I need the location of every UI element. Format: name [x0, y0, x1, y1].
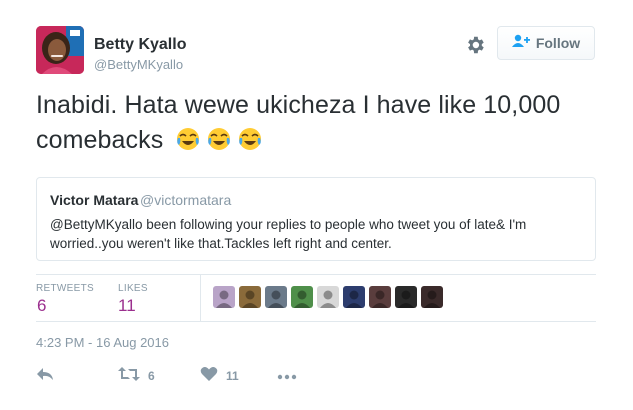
- retweets-count[interactable]: 6: [37, 296, 46, 316]
- likes-count[interactable]: 11: [118, 296, 136, 316]
- gear-icon[interactable]: [464, 34, 488, 58]
- quoted-tweet-text: @BettyMKyallo been following your replie…: [50, 217, 527, 251]
- tweet-timestamp[interactable]: 4:23 PM - 16 Aug 2016: [36, 335, 169, 350]
- liker-avatar-8[interactable]: [395, 286, 417, 308]
- tweet-text: Inabidi. Hata wewe ukicheza I have like …: [36, 91, 561, 154]
- reply-button[interactable]: [36, 365, 54, 387]
- author-avatar[interactable]: [36, 26, 84, 74]
- follow-button[interactable]: Follow: [497, 26, 595, 60]
- retweet-icon: [118, 366, 140, 387]
- add-user-icon: [511, 34, 530, 53]
- liker-avatar-3[interactable]: [265, 286, 287, 308]
- tweet-text-block: Inabidi. Hata wewe ukicheza I have like …: [36, 88, 606, 158]
- liker-avatar-1[interactable]: [213, 286, 235, 308]
- author-name[interactable]: Betty Kyallo: [94, 36, 186, 54]
- like-button[interactable]: 11: [200, 365, 239, 387]
- liker-avatar-6[interactable]: [343, 286, 365, 308]
- quoted-tweet[interactable]: Victor Matara @victormatara @BettyMKyall…: [36, 177, 596, 261]
- quoted-author-handle: @victormatara: [140, 192, 232, 208]
- liker-avatar-2[interactable]: [239, 286, 261, 308]
- tweet-card: Betty Kyallo @BettyMKyallo Follow Inabid…: [0, 0, 633, 410]
- liker-avatar-4[interactable]: [291, 286, 313, 308]
- retweet-button[interactable]: 6: [118, 365, 155, 387]
- liker-avatar-5[interactable]: [317, 286, 339, 308]
- retweets-label[interactable]: RETWEETS: [36, 283, 94, 294]
- liker-avatar-7[interactable]: [369, 286, 391, 308]
- laughing-emoji-icon: [237, 126, 263, 152]
- author-handle[interactable]: @BettyMKyallo: [94, 57, 183, 72]
- likes-label[interactable]: LIKES: [118, 283, 148, 294]
- like-action-count: 11: [226, 369, 239, 383]
- follow-button-label: Follow: [535, 35, 581, 51]
- more-options-button[interactable]: [277, 365, 297, 387]
- retweet-action-count: 6: [148, 369, 155, 383]
- heart-icon: [200, 366, 218, 387]
- laughing-emoji-icon: [175, 126, 201, 152]
- liker-avatar-9[interactable]: [421, 286, 443, 308]
- tweet-actions: 6 11: [36, 365, 596, 387]
- author-avatar-image: [36, 26, 84, 74]
- tweet-stats: RETWEETS 6 LIKES 11: [36, 274, 596, 322]
- quoted-author-name: Victor Matara: [50, 192, 139, 208]
- laughing-emoji-icon: [206, 126, 232, 152]
- reply-icon: [36, 366, 54, 387]
- tweet-header: Betty Kyallo @BettyMKyallo Follow: [36, 26, 597, 76]
- more-dots-icon: [277, 367, 297, 385]
- likers-avatars: [213, 286, 447, 308]
- stats-divider: [200, 275, 201, 321]
